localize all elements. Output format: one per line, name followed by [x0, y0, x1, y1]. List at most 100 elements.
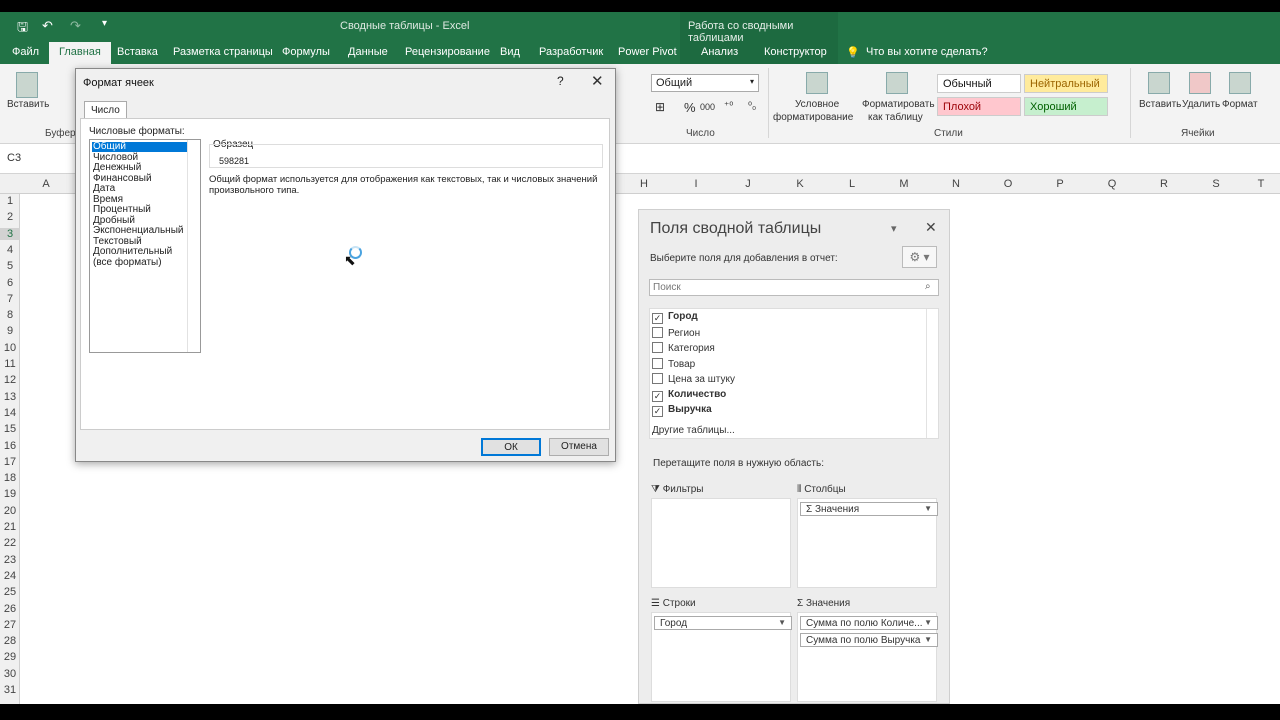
row-header[interactable]: 13 — [0, 391, 20, 403]
row-header[interactable]: 16 — [0, 440, 20, 452]
pivot-field[interactable]: Категория — [652, 342, 715, 356]
delete-cells-icon[interactable] — [1189, 72, 1211, 94]
columns-drop-zone[interactable]: Σ Значения ▼ — [797, 498, 938, 588]
column-header[interactable]: R — [1138, 178, 1190, 190]
values-item[interactable]: Сумма по полю Количе... ▼ — [800, 616, 938, 630]
decrease-decimal-icon[interactable]: ⁰₀ — [748, 101, 756, 112]
row-header[interactable]: 5 — [0, 260, 20, 272]
format-table-line2[interactable]: как таблицу — [868, 112, 923, 123]
pivot-field[interactable]: ✓ Выручка — [652, 404, 712, 418]
cancel-button[interactable]: Отмена — [549, 438, 609, 456]
column-header[interactable]: A — [20, 178, 72, 190]
pivot-field[interactable]: Товар — [652, 357, 695, 372]
percent-icon[interactable]: % — [684, 100, 696, 115]
values-drop-zone[interactable]: Сумма по полю Количе... ▼ Сумма по полю В… — [797, 612, 938, 702]
rows-item[interactable]: Город ▼ — [654, 616, 792, 630]
scrollbar[interactable] — [187, 140, 200, 352]
row-header[interactable]: 19 — [0, 488, 20, 500]
redo-icon[interactable]: ↷ — [70, 18, 81, 34]
column-header[interactable]: I — [670, 178, 722, 190]
row-header[interactable]: 24 — [0, 570, 20, 582]
column-header[interactable]: H — [618, 178, 670, 190]
category-list[interactable]: Общий Числовой Денежный Финансовый Дата Время… — [89, 139, 201, 353]
format-table-icon[interactable] — [886, 72, 908, 94]
checkbox-checked-icon[interactable]: ✓ — [652, 406, 663, 417]
category-item[interactable]: Время — [92, 194, 187, 205]
row-header[interactable]: 11 — [0, 358, 20, 370]
tab-formulas[interactable]: Формулы — [282, 46, 330, 58]
cond-format-line1[interactable]: Условное — [795, 99, 839, 110]
tab-number[interactable]: Число — [84, 101, 127, 119]
column-header[interactable]: S — [1190, 178, 1242, 190]
row-header[interactable]: 30 — [0, 668, 20, 680]
tab-analyze[interactable]: Анализ — [701, 46, 738, 58]
pivot-field[interactable]: ✓ Город — [652, 311, 698, 325]
category-item[interactable]: Экспоненциальный — [92, 226, 187, 236]
pivot-field[interactable]: Цена за штуку — [652, 373, 735, 387]
tab-insert[interactable]: Вставка — [117, 46, 158, 58]
row-header[interactable]: 31 — [0, 684, 20, 696]
category-item[interactable]: Дополнительный — [92, 247, 187, 257]
column-header[interactable]: K — [774, 178, 826, 190]
category-item[interactable]: Денежный — [92, 163, 187, 173]
category-item[interactable]: Финансовый — [92, 173, 187, 184]
row-header[interactable]: 10 — [0, 342, 20, 354]
help-button[interactable]: ? — [557, 74, 564, 88]
format-cells-button[interactable]: Формат — [1222, 99, 1258, 110]
pivot-field[interactable]: Регион — [652, 326, 700, 341]
close-icon[interactable]: ✕ — [925, 219, 937, 236]
row-header[interactable]: 8 — [0, 309, 20, 321]
row-header[interactable]: 22 — [0, 537, 20, 549]
search-icon[interactable]: ⌕ — [925, 281, 931, 292]
cond-format-line2[interactable]: форматирование — [773, 112, 853, 123]
filters-drop-zone[interactable] — [651, 498, 791, 588]
tab-developer[interactable]: Разработчик — [539, 46, 603, 58]
tab-home[interactable]: Главная — [49, 42, 111, 64]
increase-decimal-icon[interactable]: ⁺⁰ — [724, 101, 733, 112]
values-item[interactable]: Сумма по полю Выручка ▼ — [800, 633, 938, 647]
style-normal[interactable]: Обычный — [937, 74, 1021, 93]
ok-button[interactable]: ОК — [481, 438, 541, 456]
category-item[interactable]: Дата — [92, 184, 187, 194]
pivot-search-input[interactable]: Поиск — [649, 279, 939, 296]
tab-data[interactable]: Данные — [348, 46, 388, 58]
pivot-field[interactable]: ✓ Количество — [652, 389, 726, 403]
row-header[interactable]: 26 — [0, 603, 20, 615]
column-header[interactable]: Q — [1086, 178, 1138, 190]
column-header[interactable]: T — [1242, 178, 1280, 190]
row-header[interactable]: 1 — [0, 195, 20, 207]
close-icon[interactable]: ✕ — [591, 72, 604, 90]
category-item[interactable]: Общий — [92, 142, 187, 152]
category-item[interactable]: Процентный — [92, 205, 187, 215]
category-item[interactable]: Числовой — [92, 152, 187, 163]
tell-me-input[interactable]: Что вы хотите сделать? — [866, 46, 988, 58]
name-box[interactable]: C3 — [2, 150, 72, 168]
row-header[interactable]: 28 — [0, 635, 20, 647]
row-header[interactable]: 27 — [0, 619, 20, 631]
undo-icon[interactable]: ↶ — [42, 18, 53, 34]
row-header[interactable]: 12 — [0, 374, 20, 386]
insert-cells-icon[interactable] — [1148, 72, 1170, 94]
tab-design[interactable]: Конструктор — [764, 46, 827, 58]
format-table-line1[interactable]: Форматировать — [862, 99, 935, 110]
currency-icon[interactable]: ⊞ — [655, 100, 665, 114]
checkbox-icon[interactable] — [652, 357, 663, 369]
category-item[interactable]: Дробный — [92, 215, 187, 226]
column-header[interactable]: O — [982, 178, 1034, 190]
row-header[interactable]: 18 — [0, 472, 20, 484]
row-header[interactable]: 25 — [0, 586, 20, 598]
column-header[interactable]: N — [930, 178, 982, 190]
row-header[interactable]: 4 — [0, 244, 20, 256]
conditional-format-icon[interactable] — [806, 72, 828, 94]
tab-page-layout[interactable]: Разметка страницы — [173, 46, 273, 58]
column-header[interactable]: L — [826, 178, 878, 190]
format-cells-icon[interactable] — [1229, 72, 1251, 94]
scrollbar[interactable] — [926, 309, 938, 438]
row-header[interactable]: 15 — [0, 423, 20, 435]
checkbox-checked-icon[interactable]: ✓ — [652, 390, 663, 402]
row-header[interactable]: 17 — [0, 456, 20, 468]
tab-review[interactable]: Рецензирование — [405, 46, 490, 58]
chevron-down-icon[interactable]: ▾ — [891, 222, 897, 235]
row-header[interactable]: 9 — [0, 325, 20, 337]
paste-button[interactable]: Вставить — [7, 99, 49, 110]
